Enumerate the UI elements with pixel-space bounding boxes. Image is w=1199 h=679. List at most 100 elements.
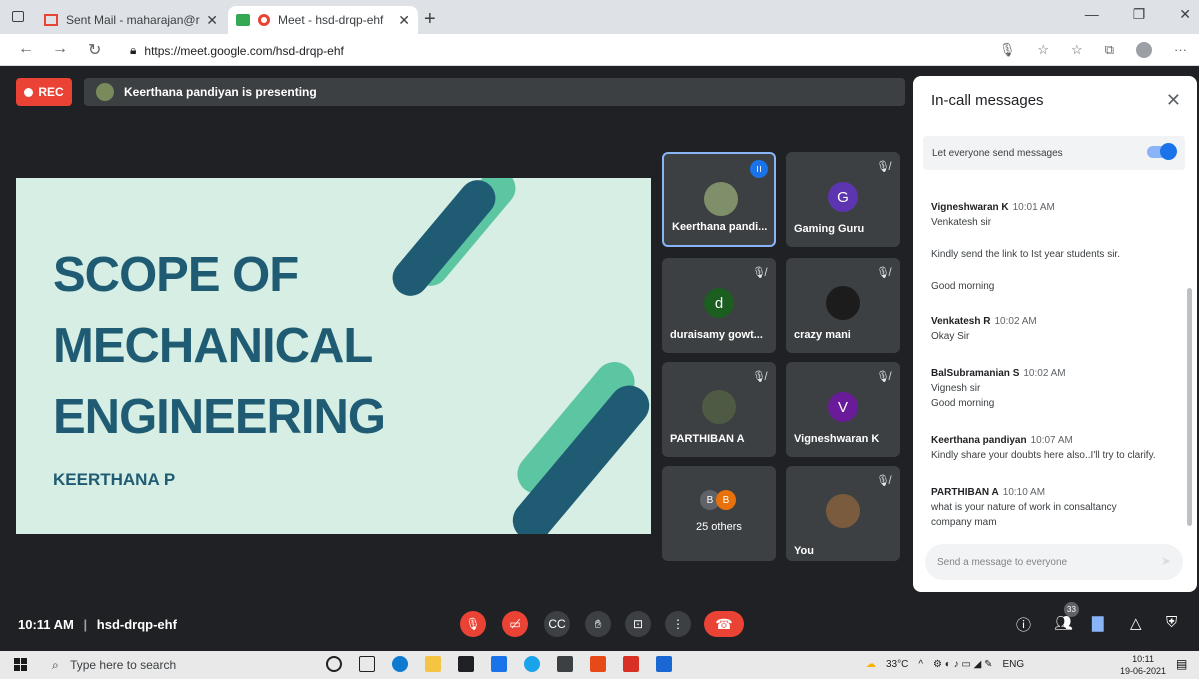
- mic-icon[interactable]: 🎙︎: [999, 42, 1016, 58]
- leave-call-button[interactable]: ☎︎: [704, 611, 744, 637]
- reload-icon[interactable]: ↻: [88, 40, 101, 60]
- app-icon[interactable]: [557, 656, 573, 672]
- presenter-text: Keerthana pandiyan is presenting: [124, 85, 317, 99]
- tab-actions-icon[interactable]: [12, 11, 24, 22]
- read-aloud-icon[interactable]: ☆: [1037, 42, 1049, 58]
- captions-button[interactable]: CC: [544, 611, 570, 637]
- close-tab-icon[interactable]: ✕: [206, 12, 218, 29]
- taskbar-search[interactable]: ⌕ Type here to search: [52, 658, 176, 673]
- message-text: Kindly share your doubts here also..I'll…: [931, 450, 1156, 461]
- people-icon[interactable]: 👥︎: [1054, 614, 1073, 632]
- allow-messages-toggle[interactable]: [1147, 143, 1177, 160]
- maximize-icon[interactable]: ❐: [1133, 6, 1146, 23]
- store-icon[interactable]: [458, 656, 474, 672]
- mic-off-icon: 🎙︎̸: [876, 475, 890, 487]
- weather-icon: ☁︎: [866, 659, 876, 670]
- participant-name: Keerthana pandi...: [672, 221, 768, 233]
- close-icon[interactable]: ✕: [1166, 90, 1181, 111]
- chat-scrollbar[interactable]: [1187, 288, 1192, 526]
- weather-temp[interactable]: 33°C: [886, 659, 908, 670]
- close-window-icon[interactable]: ✕: [1179, 6, 1191, 23]
- mic-toggle-button[interactable]: 🎙︎: [460, 611, 486, 637]
- recording-badge: REC: [16, 78, 72, 106]
- participant-tile[interactable]: 🎙︎̸ crazy mani: [786, 258, 900, 353]
- photos-icon[interactable]: [656, 656, 672, 672]
- speaking-icon: ıı: [750, 160, 768, 178]
- more-icon[interactable]: ···: [1174, 42, 1187, 58]
- participant-name: You: [794, 545, 814, 557]
- tab-gmail[interactable]: Sent Mail - maharajan@ritrjpm.a ✕: [36, 6, 226, 34]
- present-button[interactable]: ⊡: [625, 611, 651, 637]
- participant-tile[interactable]: 🎙︎̸ d duraisamy gowt...: [662, 258, 776, 353]
- file-explorer-icon[interactable]: [425, 656, 441, 672]
- window-controls: — ❐ ✕: [1085, 6, 1191, 23]
- slide-author: KEERTHANA P: [53, 470, 176, 489]
- acrobat-icon[interactable]: [623, 656, 639, 672]
- notifications-icon[interactable]: ▤: [1176, 657, 1187, 671]
- edge-icon[interactable]: [392, 656, 408, 672]
- mail-icon[interactable]: [491, 656, 507, 672]
- participant-tile[interactable]: 🎙︎̸ V Vigneshwaran K: [786, 362, 900, 457]
- address-bar: ← → ↻ 🔒︎ https://meet.google.com/hsd-drq…: [0, 34, 1199, 66]
- search-icon: ⌕: [52, 658, 59, 672]
- tray-icons[interactable]: ⚙ ◐ ♪ ▭ ◢ ✎: [933, 659, 992, 670]
- minimize-icon[interactable]: —: [1085, 6, 1099, 23]
- participant-name: duraisamy gowt...: [670, 329, 763, 341]
- tab-meet[interactable]: Meet - hsd-drqp-ehf ✕: [228, 6, 418, 34]
- new-tab-button[interactable]: +: [424, 8, 436, 31]
- slide-decoration: [385, 178, 503, 304]
- participant-tile-others[interactable]: B B 25 others: [662, 466, 776, 561]
- message-sender: Keerthana pandiyan: [931, 435, 1027, 446]
- participant-photo: [826, 286, 860, 320]
- close-tab-icon[interactable]: ✕: [398, 12, 410, 29]
- message-time: 10:02 AM: [994, 316, 1037, 327]
- chat-message: Kindly send the link to Ist year student…: [931, 247, 1181, 262]
- meeting-info: 10:11 AM | hsd-drqp-ehf: [18, 617, 177, 632]
- allow-messages-label: Let everyone send messages: [932, 147, 1063, 159]
- message-time: 10:02 AM: [1023, 368, 1066, 379]
- participant-name: PARTHIBAN A: [670, 433, 745, 445]
- participant-tile[interactable]: ıı Keerthana pandi...: [662, 152, 776, 247]
- participant-tile[interactable]: 🎙︎̸ PARTHIBAN A: [662, 362, 776, 457]
- back-icon[interactable]: ←: [18, 40, 34, 58]
- raise-hand-button[interactable]: ✋︎: [585, 611, 611, 637]
- taskbar-clock[interactable]: 10:11 19-06-2021: [1120, 653, 1166, 677]
- windows-start-icon[interactable]: [14, 658, 28, 672]
- message-sender: Venkatesh R: [931, 316, 991, 327]
- cortana-icon[interactable]: [326, 656, 342, 672]
- more-options-button[interactable]: ⋮: [665, 611, 691, 637]
- participant-initial: d: [704, 288, 734, 318]
- profile-avatar[interactable]: [1136, 42, 1152, 58]
- toggle-knob: [1160, 143, 1177, 160]
- participant-tile[interactable]: 🎙︎̸ G Gaming Guru: [786, 152, 900, 247]
- browser-toolbar: 🎙︎ ☆ ☆ ⧉ ···: [999, 42, 1187, 58]
- participant-name: crazy mani: [794, 329, 851, 341]
- language-indicator[interactable]: ENG: [1002, 659, 1024, 670]
- tray-chevron-icon[interactable]: ^: [918, 659, 923, 670]
- host-controls-icon[interactable]: ⛨: [1166, 614, 1177, 631]
- system-tray: ☁︎ 33°C ^ ⚙ ◐ ♪ ▭ ◢ ✎ ENG: [866, 659, 1024, 670]
- participant-photo: [704, 182, 738, 216]
- camera-toggle-button[interactable]: ▭̸: [502, 611, 528, 637]
- send-icon[interactable]: ➤: [1161, 554, 1171, 568]
- office-icon[interactable]: [590, 656, 606, 672]
- tab-title: Meet - hsd-drqp-ehf: [278, 13, 384, 27]
- forward-icon[interactable]: →: [52, 40, 68, 58]
- browser-tab-bar: Sent Mail - maharajan@ritrjpm.a ✕ Meet -…: [0, 0, 1199, 34]
- activities-icon[interactable]: △: [1130, 614, 1142, 632]
- info-icon[interactable]: ⓘ: [1016, 614, 1031, 635]
- participant-tile-self[interactable]: 🎙︎̸ You: [786, 466, 900, 561]
- dell-icon[interactable]: [524, 656, 540, 672]
- url-text: https://meet.google.com/hsd-drqp-ehf: [144, 43, 344, 58]
- slide-title-line: MECHANICAL: [53, 319, 373, 373]
- chat-icon[interactable]: ▇: [1092, 614, 1104, 632]
- chat-input[interactable]: Send a message to everyone ➤: [925, 544, 1183, 580]
- favorites-icon[interactable]: ☆: [1071, 42, 1083, 58]
- task-view-icon[interactable]: [359, 656, 375, 672]
- recording-icon: [258, 14, 270, 26]
- url-field[interactable]: 🔒︎ https://meet.google.com/hsd-drqp-ehf: [130, 43, 344, 58]
- collections-icon[interactable]: ⧉: [1105, 42, 1114, 58]
- message-text: Venkatesh sir: [931, 217, 992, 228]
- taskbar-search-placeholder: Type here to search: [70, 658, 177, 672]
- message-sender: BalSubramanian S: [931, 368, 1020, 379]
